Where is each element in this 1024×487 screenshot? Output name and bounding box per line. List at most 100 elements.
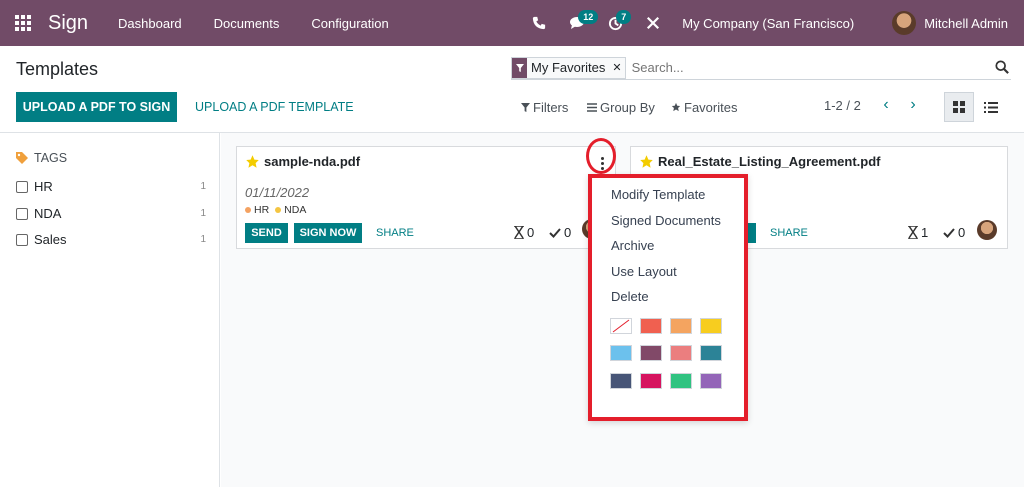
group-by-icon <box>587 102 597 112</box>
highlight-ring <box>586 138 616 174</box>
menu-dashboard[interactable]: Dashboard <box>118 16 182 31</box>
top-navbar: Sign Dashboard Documents Configuration 1… <box>0 0 1024 46</box>
pager-value[interactable]: 1-2 / 2 <box>824 98 861 113</box>
tag-label: HR <box>34 179 53 194</box>
card-title: Real_Estate_Listing_Agreement.pdf <box>639 154 881 169</box>
list-view-button[interactable] <box>976 92 1006 122</box>
favorite-star-icon[interactable] <box>245 154 260 169</box>
color-swatch-violet[interactable] <box>700 373 722 389</box>
tag-filter-nda[interactable]: NDA 1 <box>16 206 206 221</box>
facet-remove-icon[interactable]: ✕ <box>609 57 625 78</box>
apps-menu-icon[interactable] <box>0 0 46 46</box>
tag-label: Sales <box>34 232 67 247</box>
card-date: 01/11/2022 <box>245 185 310 200</box>
card-tags: HR NDA <box>245 204 306 216</box>
tag-icon <box>16 152 28 164</box>
filters-label: Filters <box>533 99 569 115</box>
signed-count[interactable]: 0 <box>549 225 571 240</box>
tag-hr: HR <box>245 204 269 216</box>
hourglass-icon <box>514 226 524 239</box>
tag-checkbox[interactable] <box>16 180 28 193</box>
share-button[interactable]: SHARE <box>376 223 414 243</box>
activities-badge: 7 <box>616 10 632 24</box>
phone-icon[interactable] <box>526 0 552 46</box>
star-icon <box>671 102 681 112</box>
color-swatch-orange[interactable] <box>670 318 692 334</box>
messages-badge: 12 <box>578 10 599 24</box>
messages-icon[interactable]: 12 <box>564 0 599 46</box>
favorite-star-icon[interactable] <box>639 154 654 169</box>
search-input[interactable] <box>631 60 982 75</box>
upload-pdf-to-sign-button[interactable]: UPLOAD A PDF TO SIGN <box>16 92 177 122</box>
template-card[interactable]: sample-nda.pdf 01/11/2022 HR NDA SEND SI… <box>236 146 616 249</box>
filter-facet-icon <box>512 57 527 78</box>
kanban-view-button[interactable] <box>944 92 974 122</box>
upload-pdf-template-button[interactable]: UPLOAD A PDF TEMPLATE <box>195 92 354 122</box>
filters-toggle[interactable]: Filters <box>521 98 568 116</box>
tag-nda: NDA <box>275 204 306 216</box>
tag-label: NDA <box>34 206 62 221</box>
color-swatch-red[interactable] <box>640 318 662 334</box>
signed-documents-item[interactable]: Signed Documents <box>611 213 721 228</box>
user-menu[interactable]: Mitchell Admin <box>924 16 1008 31</box>
debug-tools-icon[interactable] <box>640 0 666 46</box>
color-swatch-teal[interactable] <box>700 345 722 361</box>
color-swatch-none[interactable] <box>610 318 632 334</box>
card-filename: sample-nda.pdf <box>264 154 361 169</box>
list-icon <box>984 101 998 113</box>
check-icon <box>943 227 955 238</box>
tag-filter-sales[interactable]: Sales 1 <box>16 232 206 247</box>
card-filename: Real_Estate_Listing_Agreement.pdf <box>658 154 881 169</box>
hourglass-icon <box>908 226 918 239</box>
card-dropdown-menu: Modify Template Signed Documents Archive… <box>588 174 748 421</box>
favorites-label: Favorites <box>684 99 738 115</box>
send-button[interactable]: SEND <box>245 223 288 243</box>
use-layout-item[interactable]: Use Layout <box>611 264 677 279</box>
company-switcher[interactable]: My Company (San Francisco) <box>682 16 854 31</box>
pager-next-icon[interactable]: › <box>903 95 923 115</box>
owner-avatar <box>977 220 997 240</box>
group-by-label: Group By <box>600 99 655 115</box>
page-title: Templates <box>16 59 99 79</box>
color-swatch-navy[interactable] <box>610 373 632 389</box>
tag-count: 1 <box>200 181 206 192</box>
color-swatch-salmon[interactable] <box>670 345 692 361</box>
check-icon <box>549 227 561 238</box>
in-progress-count[interactable]: 0 <box>514 225 534 240</box>
share-button[interactable]: SHARE <box>770 223 808 243</box>
search-bar: My Favorites ✕ <box>511 56 1011 80</box>
control-panel: Templates My Favorites ✕ UPLOAD A PDF TO… <box>0 46 1024 133</box>
color-swatch-dark-purple[interactable] <box>640 345 662 361</box>
in-progress-count[interactable]: 1 <box>908 225 928 240</box>
user-avatar[interactable] <box>892 11 917 35</box>
card-title: sample-nda.pdf <box>245 154 360 169</box>
menu-documents[interactable]: Documents <box>214 16 280 31</box>
delete-item[interactable]: Delete <box>611 289 649 304</box>
modify-template-item[interactable]: Modify Template <box>611 187 705 202</box>
tags-header-label: TAGS <box>34 151 68 165</box>
color-swatch-raspberry[interactable] <box>640 373 662 389</box>
search-facet: My Favorites ✕ <box>511 56 626 79</box>
activities-icon[interactable]: 7 <box>602 0 632 46</box>
facet-label: My Favorites <box>527 57 610 78</box>
signed-count[interactable]: 0 <box>943 225 965 240</box>
favorites-toggle[interactable]: Favorites <box>671 98 737 116</box>
tag-filter-hr[interactable]: HR 1 <box>16 179 206 194</box>
filter-icon <box>521 102 530 112</box>
color-swatch-yellow[interactable] <box>700 318 722 334</box>
tag-checkbox[interactable] <box>16 207 28 220</box>
pager-previous-icon[interactable]: ‹ <box>876 95 896 115</box>
tag-count: 1 <box>200 234 206 245</box>
group-by-toggle[interactable]: Group By <box>587 98 655 116</box>
kanban-icon <box>953 101 965 113</box>
menu-configuration[interactable]: Configuration <box>311 16 388 31</box>
tag-checkbox[interactable] <box>16 233 28 246</box>
color-swatch-green[interactable] <box>670 373 692 389</box>
app-brand[interactable]: Sign <box>48 12 88 35</box>
tags-header: TAGS <box>16 151 67 165</box>
color-swatch-light-blue[interactable] <box>610 345 632 361</box>
search-icon[interactable] <box>995 60 1009 77</box>
archive-item[interactable]: Archive <box>611 238 654 253</box>
tags-sidebar: TAGS HR 1 NDA 1 Sales 1 <box>0 133 220 487</box>
sign-now-button[interactable]: SIGN NOW <box>294 223 362 243</box>
